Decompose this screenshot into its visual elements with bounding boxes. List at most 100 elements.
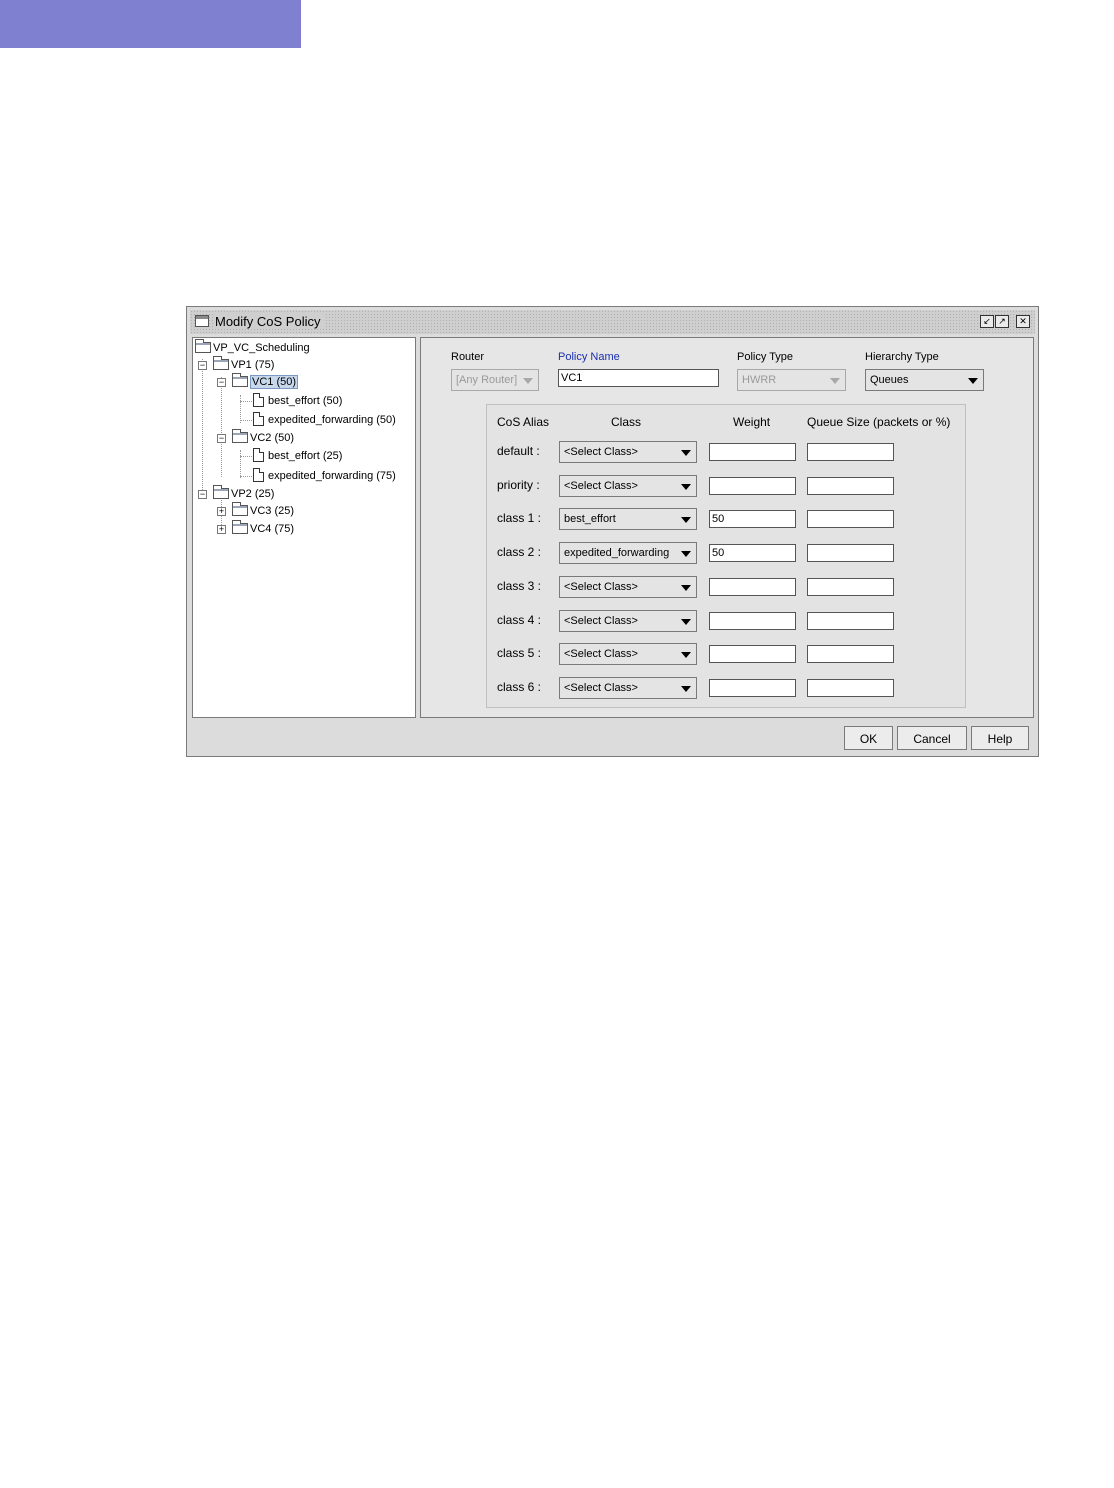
class-select[interactable]: <Select Class>: [559, 609, 697, 632]
folder-icon: [213, 484, 229, 499]
cos-row: priority : <Select Class>: [487, 474, 965, 498]
weight-input[interactable]: [709, 611, 796, 630]
class-select[interactable]: <Select Class>: [559, 441, 697, 463]
tree-line: [240, 476, 252, 477]
close-icon[interactable]: ✕: [1016, 315, 1030, 328]
hierarchy-type-select[interactable]: Queues: [865, 369, 984, 391]
queue-size-input[interactable]: [807, 577, 894, 596]
class-select-value: <Select Class>: [564, 614, 638, 627]
cos-alias-label: default :: [497, 444, 540, 458]
tree-node-vc4[interactable]: VC4 (75): [232, 519, 294, 538]
cos-row: class 6 : <Select Class>: [487, 676, 965, 700]
folder-icon: [213, 355, 229, 370]
router-select[interactable]: [Any Router]: [451, 369, 539, 391]
document-icon: [253, 393, 264, 408]
cos-alias-label: class 3 :: [497, 578, 542, 593]
document-icon: [253, 468, 264, 483]
class-select[interactable]: expedited_forwarding: [559, 542, 697, 565]
column-header-queue-size: Queue Size (packets or %): [807, 415, 951, 429]
tree-node-label: VP2 (25): [231, 488, 275, 500]
weight-input[interactable]: [709, 443, 796, 461]
policy-tree[interactable]: VP_VC_Scheduling − VP1 (75) − VC1 (50) b…: [192, 337, 416, 718]
cos-alias-label: class 4 :: [497, 612, 542, 627]
tree-node-vp2[interactable]: VP2 (25): [213, 484, 275, 503]
queue-size-input[interactable]: [807, 611, 894, 630]
tree-node-vc1-expedited-forwarding[interactable]: expedited_forwarding (50): [253, 412, 396, 429]
chevron-down-icon: [681, 584, 691, 591]
class-select[interactable]: best_effort: [559, 508, 697, 531]
queue-size-input[interactable]: [807, 476, 894, 495]
tree-node-label: VP1 (75): [231, 359, 275, 371]
hierarchy-type-label: Hierarchy Type: [865, 351, 939, 363]
chevron-down-icon: [681, 618, 691, 625]
tree-line: [240, 420, 252, 421]
policy-name-input[interactable]: [558, 369, 719, 387]
tree-node-label: VC2 (50): [250, 432, 295, 444]
tree-node-vc2-expedited-forwarding[interactable]: expedited_forwarding (75): [253, 468, 396, 485]
column-header-cos-alias: CoS Alias: [497, 415, 550, 429]
class-select-value: best_effort: [564, 513, 616, 526]
ok-button[interactable]: OK: [844, 726, 893, 750]
tree-node-vp1[interactable]: VP1 (75): [213, 355, 275, 374]
cos-alias-label: class 2 :: [497, 545, 542, 560]
folder-icon: [232, 428, 248, 443]
queue-size-input[interactable]: [807, 443, 894, 461]
help-button[interactable]: Help: [971, 726, 1029, 750]
maximize-icon[interactable]: ↗: [995, 315, 1009, 328]
weight-input[interactable]: [709, 510, 796, 529]
cancel-button[interactable]: Cancel: [897, 726, 967, 750]
weight-input[interactable]: [709, 678, 796, 697]
tree-node-vc1-best-effort[interactable]: best_effort (50): [253, 393, 342, 410]
collapse-icon[interactable]: −: [198, 361, 207, 370]
folder-icon: [232, 519, 248, 534]
tree-node-label: best_effort (50): [268, 395, 343, 407]
minimize-icon[interactable]: ↙: [980, 315, 994, 328]
policy-type-select[interactable]: HWRR: [737, 369, 846, 391]
weight-input[interactable]: [709, 544, 796, 563]
queue-size-input[interactable]: [807, 645, 894, 664]
tree-node-label: expedited_forwarding (50): [268, 414, 396, 426]
class-select-value: <Select Class>: [564, 479, 638, 492]
class-select[interactable]: <Select Class>: [559, 643, 697, 666]
weight-input[interactable]: [709, 476, 796, 495]
chevron-down-icon: [523, 378, 533, 384]
title-bar[interactable]: Modify CoS Policy ↙ ↗ ✕: [190, 310, 1035, 334]
tree-node-label: best_effort (25): [268, 450, 343, 462]
class-select[interactable]: <Select Class>: [559, 676, 697, 699]
tree-node-vc2-best-effort[interactable]: best_effort (25): [253, 448, 342, 465]
policy-name-label: Policy Name: [558, 351, 620, 363]
column-header-weight: Weight: [733, 415, 771, 429]
tree-node-label: VC3 (25): [250, 505, 295, 517]
queue-size-input[interactable]: [807, 544, 894, 563]
policy-type-select-value: HWRR: [742, 374, 777, 386]
collapse-icon[interactable]: −: [217, 378, 226, 387]
tree-node-label: VP_VC_Scheduling: [213, 342, 310, 354]
tree-node-vc1[interactable]: VC1 (50): [232, 372, 299, 391]
expand-icon[interactable]: +: [217, 507, 226, 516]
document-icon: [253, 448, 264, 463]
tree-line: [240, 456, 252, 457]
tree-node-label: expedited_forwarding (75): [268, 470, 396, 482]
queue-size-input[interactable]: [807, 678, 894, 697]
class-select-value: <Select Class>: [564, 580, 638, 593]
class-select[interactable]: <Select Class>: [559, 474, 697, 497]
collapse-icon[interactable]: −: [217, 434, 226, 443]
cos-alias-label: class 6 :: [497, 679, 542, 694]
cos-row: class 4 : <Select Class>: [487, 609, 965, 633]
collapse-icon[interactable]: −: [198, 490, 207, 499]
queue-size-input[interactable]: [807, 510, 894, 529]
class-select[interactable]: <Select Class>: [559, 575, 697, 598]
class-select-value: <Select Class>: [564, 446, 638, 458]
cos-row: class 5 : <Select Class>: [487, 642, 965, 666]
tree-node-vc3[interactable]: VC3 (25): [232, 501, 295, 520]
expand-icon[interactable]: +: [217, 525, 226, 534]
chevron-down-icon: [681, 517, 691, 524]
tree-node-root[interactable]: VP_VC_Scheduling: [195, 338, 310, 357]
tree-node-vc2[interactable]: VC2 (50): [232, 428, 295, 447]
column-header-class: Class: [611, 415, 642, 429]
policy-form-panel: Router [Any Router] Policy Name Policy T…: [420, 337, 1034, 718]
weight-input[interactable]: [709, 577, 796, 596]
tree-line: [240, 395, 241, 423]
weight-input[interactable]: [709, 645, 796, 664]
cos-alias-label: priority :: [497, 477, 540, 492]
